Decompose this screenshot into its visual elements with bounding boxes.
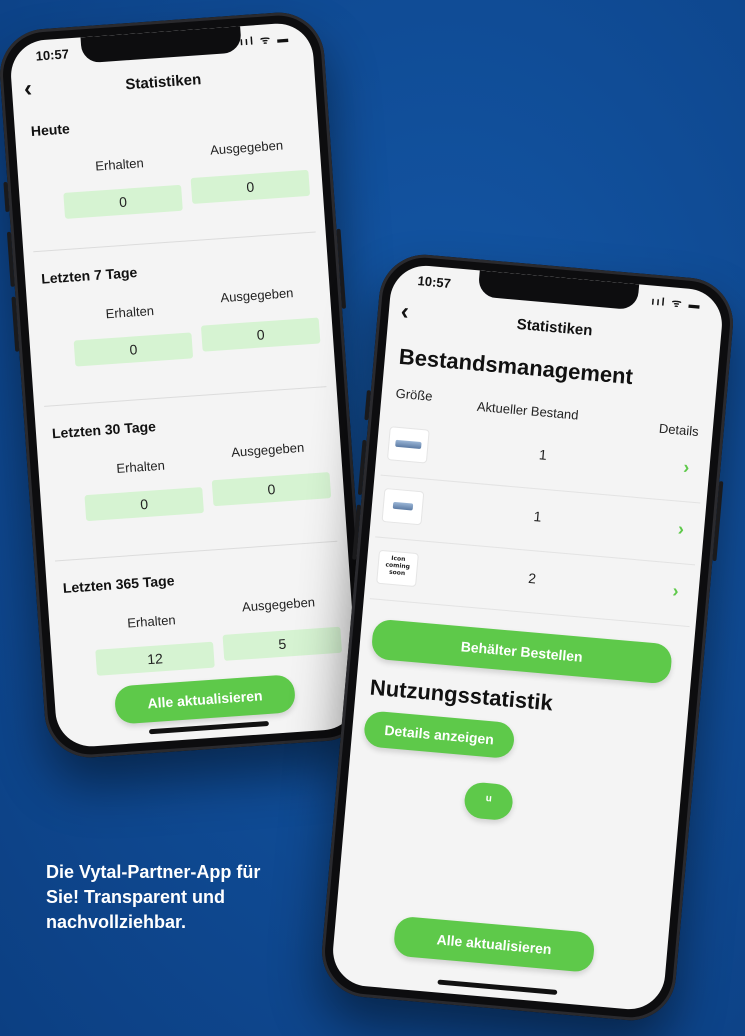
chevron-right-icon[interactable]: › (682, 457, 691, 478)
right-screen: 10:57 ııl ᯤ ▬ ‹ Statistiken Bestandsmana… (330, 262, 725, 1013)
stock-value: 1 (533, 508, 543, 525)
stats-section-today: Heute Erhalten Ausgegeben 0 0 (24, 103, 316, 253)
cup-small-icon (382, 489, 424, 525)
spent-label: Ausgegeben (230, 439, 305, 460)
notch (80, 26, 242, 64)
page-title: Statistiken (124, 71, 202, 94)
received-value: 0 (84, 487, 204, 522)
stats-section-30-days: Letzten 30 Tage Erhalten Ausgegeben 0 0 (45, 406, 338, 562)
home-indicator (148, 720, 269, 735)
small-button[interactable]: u (463, 781, 515, 822)
stock-heading: Bestandsmanagement (397, 343, 634, 390)
icon-coming-soon-text: Icon coming soon (385, 554, 411, 578)
received-label: Erhalten (94, 155, 145, 174)
placeholder-icon: Icon coming soon (377, 550, 418, 587)
stats-section-7-days: Letzten 7 Tage Erhalten Ausgegeben 0 0 (34, 251, 327, 407)
cup-large-icon (388, 427, 429, 463)
right-phone: 10:57 ııl ᯤ ▬ ‹ Statistiken Bestandsmana… (318, 250, 737, 1025)
left-screen: 10:57 ııl ᯤ ▬ ‹ Statistiken Heute Erhalt… (8, 21, 361, 749)
col-stock: Aktueller Bestand (476, 398, 580, 423)
stock-value: 1 (538, 446, 548, 463)
spent-value: 5 (222, 626, 343, 661)
tagline: Die Vytal-Partner-App für Sie! Transpare… (46, 862, 261, 932)
chevron-right-icon[interactable]: › (672, 581, 680, 602)
received-value: 0 (63, 184, 183, 219)
received-value: 12 (95, 641, 215, 676)
mute-switch (3, 181, 10, 213)
spent-label: Ausgegeben (241, 594, 316, 615)
usage-heading: Nutzungsstatistik (369, 674, 554, 716)
order-containers-button[interactable]: Behälter Bestellen (370, 618, 673, 685)
refresh-all-button[interactable]: Alle aktualisieren (392, 915, 596, 973)
spent-value: 0 (190, 169, 311, 205)
spent-value: 0 (211, 472, 332, 507)
col-size: Größe (395, 385, 434, 404)
chevron-right-icon[interactable]: › (677, 519, 685, 540)
status-time: 10:57 (35, 46, 70, 64)
home-indicator (436, 979, 557, 995)
stats-section-365-days: Letzten 365 Tage Erhalten Ausgegeben 12 … (56, 561, 346, 685)
section-label: Letzten 365 Tage (62, 572, 175, 596)
spent-label: Ausgegeben (209, 137, 284, 158)
spent-label: Ausgegeben (219, 285, 294, 306)
notch (477, 270, 639, 311)
section-label: Heute (30, 120, 71, 140)
received-label: Erhalten (126, 612, 177, 631)
status-time: 10:57 (417, 273, 452, 291)
section-label: Letzten 7 Tage (40, 264, 138, 287)
status-icons: ııl ᯤ ▬ (650, 295, 703, 312)
received-value: 0 (73, 332, 194, 367)
page-title: Statistiken (516, 315, 594, 340)
spent-value: 0 (200, 317, 321, 352)
received-label: Erhalten (105, 302, 155, 322)
show-details-button[interactable]: Details anzeigen (362, 710, 516, 760)
section-label: Letzten 30 Tage (51, 418, 157, 442)
stock-value: 2 (527, 569, 537, 587)
status-icons: ııl ᯤ ▬ (239, 32, 291, 49)
received-label: Erhalten (115, 457, 166, 476)
left-phone: 10:57 ııl ᯤ ▬ ‹ Statistiken Heute Erhalt… (0, 9, 373, 761)
refresh-all-button[interactable]: Alle aktualisieren (113, 674, 297, 725)
